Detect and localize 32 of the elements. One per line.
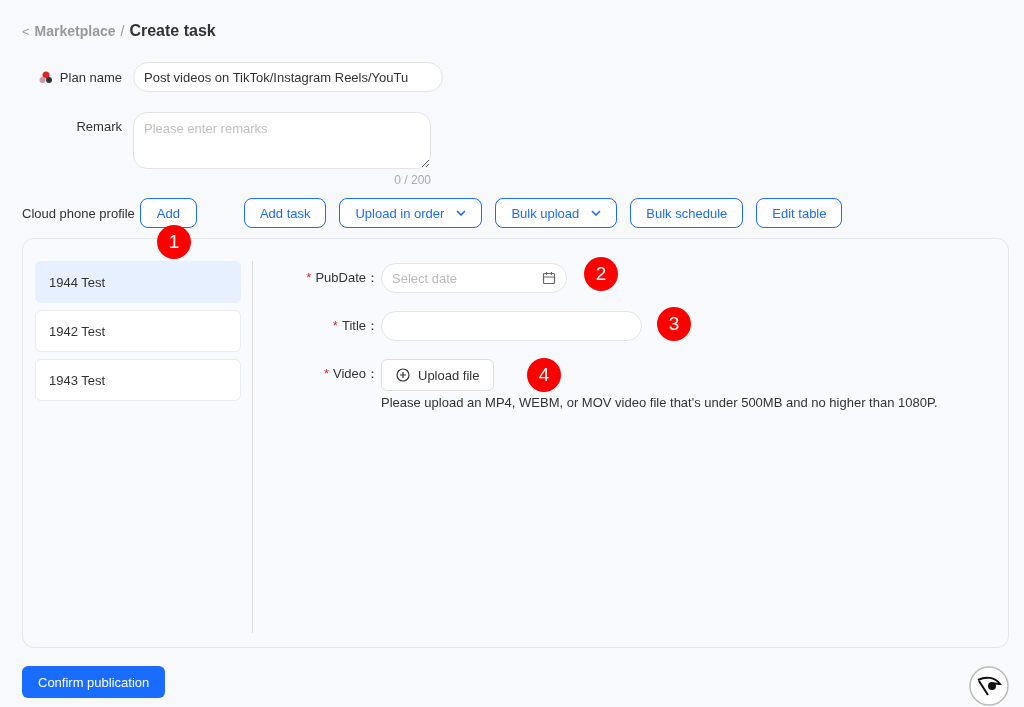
field-label: Video： <box>333 365 379 383</box>
breadcrumb-separator: / <box>120 23 125 39</box>
field-label: Plan name <box>59 69 122 85</box>
plan-name-field[interactable]: Post videos on TikTok/Instagram Reels/YouTu <box>133 62 443 92</box>
toolbar-button[interactable]: Add task <box>243 198 327 228</box>
field-label: Remark <box>76 119 122 134</box>
required-mark: * <box>323 365 329 383</box>
upload-button[interactable]: Upload file <box>381 359 495 391</box>
dropdown-button[interactable]: Bulk upload <box>495 198 618 228</box>
field-label: Cloud phone profile <box>22 205 135 221</box>
breadcrumb-link[interactable]: Marketplace <box>34 23 116 39</box>
plus-circle-icon <box>396 368 410 382</box>
character-counter: 0 / 200 <box>394 173 431 187</box>
calendar-icon <box>542 271 556 285</box>
hint-text: Please upload an MP4, WEBM, or MOV video file that's under 500MB and no higher than 1080P. <box>381 395 938 410</box>
required-mark: * <box>306 269 312 287</box>
confirm-button[interactable]: Confirm publication <box>22 666 166 698</box>
add-button[interactable]: Add <box>139 198 197 228</box>
profile-item[interactable]: 1943 Test <box>35 359 241 401</box>
field-label: PubDate： <box>315 269 379 287</box>
required-mark: * <box>332 317 338 335</box>
eye-logo-icon[interactable] <box>969 666 1009 706</box>
back-link[interactable]: < <box>22 24 30 39</box>
dropdown-button[interactable]: Upload in order <box>339 198 483 228</box>
toolbar-button[interactable]: Edit table <box>756 198 843 228</box>
profile-item[interactable]: 1942 Test <box>35 310 241 352</box>
field-label: Title： <box>341 317 379 335</box>
profile-item[interactable]: 1944 Test <box>35 261 241 303</box>
title-field[interactable] <box>381 311 642 341</box>
toolbar-button[interactable]: Bulk schedule <box>630 198 744 228</box>
page-title: Create task <box>129 22 216 40</box>
remark-field[interactable]: Please enter remarks <box>133 112 431 169</box>
